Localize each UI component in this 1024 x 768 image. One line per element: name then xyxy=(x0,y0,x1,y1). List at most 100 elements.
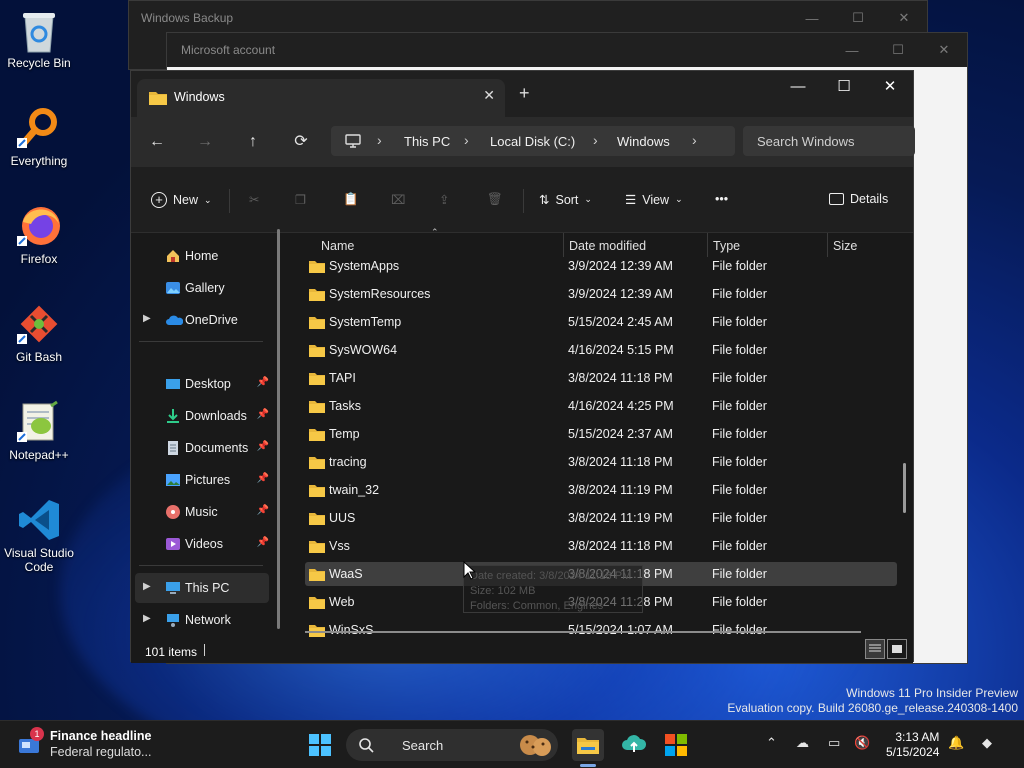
new-tab-button[interactable]: + xyxy=(519,83,530,104)
share-icon[interactable]: ⇪ xyxy=(439,192,449,207)
sidebar-item-network[interactable]: ▶ Network xyxy=(131,605,271,635)
sidebar-item-home[interactable]: Home xyxy=(131,241,271,271)
monitor-icon[interactable]: ▭ xyxy=(828,735,840,751)
onedrive-offline-icon[interactable]: ☁ xyxy=(796,735,809,751)
details-view-icon[interactable] xyxy=(865,639,885,659)
volume-muted-icon[interactable]: 🔇 xyxy=(854,735,870,751)
minimize-icon[interactable]: — xyxy=(789,1,835,35)
chevron-right-icon[interactable]: › xyxy=(692,132,697,148)
minimize-icon[interactable]: — xyxy=(775,71,821,101)
desktop-icon-vscode[interactable]: Visual Studio Code xyxy=(0,498,78,574)
widgets-news-button[interactable]: 1 Finance headline Federal regulato... xyxy=(18,727,178,763)
sidebar-item-desktop[interactable]: Desktop 📌 xyxy=(131,369,271,399)
pin-icon[interactable]: 📌 xyxy=(257,377,269,388)
breadcrumb-windows[interactable]: Windows xyxy=(617,134,670,149)
desktop-icon-notepad-plus-plus[interactable]: Notepad++ xyxy=(0,400,78,462)
table-row[interactable]: SystemResources 3/9/2024 12:39 AM File fol… xyxy=(305,282,897,306)
sidebar-item-gallery[interactable]: Gallery xyxy=(131,273,271,303)
details-button[interactable]: Details xyxy=(829,192,888,206)
sidebar-item-pictures[interactable]: Pictures 📌 xyxy=(131,465,271,495)
sidebar-item-this-pc[interactable]: ▶ This PC xyxy=(135,573,269,603)
monitor-icon xyxy=(345,134,361,151)
file-name: WaaS xyxy=(329,567,363,581)
rename-icon[interactable]: ⌧ xyxy=(391,192,405,207)
start-button[interactable] xyxy=(304,729,336,761)
chevron-right-icon[interactable]: › xyxy=(464,132,469,148)
desktop-icon-everything[interactable]: Everything xyxy=(0,106,78,168)
pin-icon[interactable]: 📌 xyxy=(257,505,269,516)
sort-button[interactable]: ⇅ Sort ⌄ xyxy=(539,192,592,208)
clock[interactable]: 3:13 AM 5/15/2024 xyxy=(886,730,939,760)
chevron-right-icon[interactable]: › xyxy=(377,132,382,148)
window-title: Microsoft account xyxy=(181,43,276,57)
table-row[interactable]: SysWOW64 4/16/2024 5:15 PM File folder xyxy=(305,338,897,362)
sidebar-item-downloads[interactable]: Downloads 📌 xyxy=(131,401,271,431)
chevron-right-icon[interactable]: ▶ xyxy=(143,313,151,324)
table-row[interactable]: twain_32 3/8/2024 11:19 PM File folder xyxy=(305,478,897,502)
table-row[interactable]: Tasks 4/16/2024 4:25 PM File folder xyxy=(305,394,897,418)
vertical-scrollbar[interactable] xyxy=(903,463,906,513)
desktop-icon-git-bash[interactable]: Git Bash xyxy=(0,302,78,364)
copilot-icon[interactable]: ◆ xyxy=(982,735,992,751)
taskbar-microsoft-store[interactable] xyxy=(660,729,692,761)
table-row[interactable]: TAPI 3/8/2024 11:18 PM File folder xyxy=(305,366,897,390)
maximize-icon[interactable]: ☐ xyxy=(875,33,921,67)
chevron-right-icon[interactable]: › xyxy=(593,132,598,148)
forward-button[interactable]: → xyxy=(193,130,217,154)
maximize-icon[interactable]: ☐ xyxy=(835,1,881,35)
up-button[interactable]: ↑ xyxy=(241,130,265,154)
close-tab-icon[interactable]: ✕ xyxy=(483,87,495,104)
large-icons-view-icon[interactable] xyxy=(887,639,907,659)
horizontal-scrollbar[interactable] xyxy=(305,631,861,633)
chevron-up-icon[interactable]: ⌃ xyxy=(766,735,777,751)
taskbar-search[interactable]: Search xyxy=(346,729,558,761)
file-type: File folder xyxy=(712,567,767,581)
more-options-button[interactable]: ••• xyxy=(715,192,728,206)
sidebar-item-onedrive[interactable]: ▶ OneDrive xyxy=(131,305,271,335)
back-button[interactable]: ← xyxy=(145,130,169,154)
file-explorer-window[interactable]: Windows ✕ + — ☐ ✕ ← → ↑ ⟳ › This PC › Lo… xyxy=(130,70,915,663)
table-row[interactable]: SystemTemp 5/15/2024 2:45 AM File folder xyxy=(305,310,897,334)
pin-icon[interactable]: 📌 xyxy=(257,409,269,420)
file-name: Temp xyxy=(329,427,360,441)
sidebar-item-documents[interactable]: Documents 📌 xyxy=(131,433,271,463)
sidebar-item-videos[interactable]: Videos 📌 xyxy=(131,529,271,559)
notification-bell-icon[interactable]: 🔔 xyxy=(948,735,964,751)
firefox-icon xyxy=(17,204,61,248)
paste-icon[interactable]: 📋 xyxy=(343,192,359,207)
pin-icon[interactable]: 📌 xyxy=(257,473,269,484)
breadcrumb-this-pc[interactable]: This PC xyxy=(404,134,450,149)
tab-windows[interactable]: Windows ✕ xyxy=(137,79,505,117)
chevron-right-icon[interactable]: ▶ xyxy=(143,581,151,592)
table-row[interactable]: SystemApps 3/9/2024 12:39 AM File folder xyxy=(305,254,897,278)
minimize-icon[interactable]: — xyxy=(829,33,875,67)
pin-icon[interactable]: 📌 xyxy=(257,537,269,548)
taskbar-file-explorer[interactable] xyxy=(572,729,604,761)
chevron-right-icon[interactable]: ▶ xyxy=(143,613,151,624)
view-button[interactable]: ☰ View ⌄ xyxy=(625,192,683,208)
desktop-icon-firefox[interactable]: Firefox xyxy=(0,204,78,266)
folder-icon xyxy=(309,540,325,556)
sidebar-scrollbar[interactable] xyxy=(277,229,280,629)
table-row[interactable]: tracing 3/8/2024 11:18 PM File folder xyxy=(305,450,897,474)
close-icon[interactable]: ✕ xyxy=(867,71,913,101)
table-row[interactable]: Temp 5/15/2024 2:37 AM File folder xyxy=(305,422,897,446)
address-bar[interactable]: › This PC › Local Disk (C:) › Windows › xyxy=(331,126,735,156)
desktop-icon-recycle-bin[interactable]: Recycle Bin xyxy=(0,8,78,70)
pin-icon[interactable]: 📌 xyxy=(257,441,269,452)
table-row[interactable]: UUS 3/8/2024 11:19 PM File folder xyxy=(305,506,897,530)
taskbar-cloud-upload[interactable] xyxy=(618,729,650,761)
close-icon[interactable]: ✕ xyxy=(921,33,967,67)
close-icon[interactable]: ✕ xyxy=(881,1,927,35)
breadcrumb-local-disk[interactable]: Local Disk (C:) xyxy=(490,134,575,149)
refresh-button[interactable]: ⟳ xyxy=(289,130,313,154)
cut-icon[interactable]: ✂ xyxy=(249,192,259,207)
active-indicator xyxy=(580,764,596,767)
sidebar-item-music[interactable]: Music 📌 xyxy=(131,497,271,527)
table-row[interactable]: Vss 3/8/2024 11:18 PM File folder xyxy=(305,534,897,558)
search-box[interactable]: Search Windows xyxy=(743,126,915,156)
delete-icon[interactable]: 🗑 xyxy=(487,192,503,207)
maximize-icon[interactable]: ☐ xyxy=(821,71,867,101)
copy-icon[interactable]: ❐ xyxy=(295,192,306,207)
new-button[interactable]: + New ⌄ xyxy=(151,192,212,208)
